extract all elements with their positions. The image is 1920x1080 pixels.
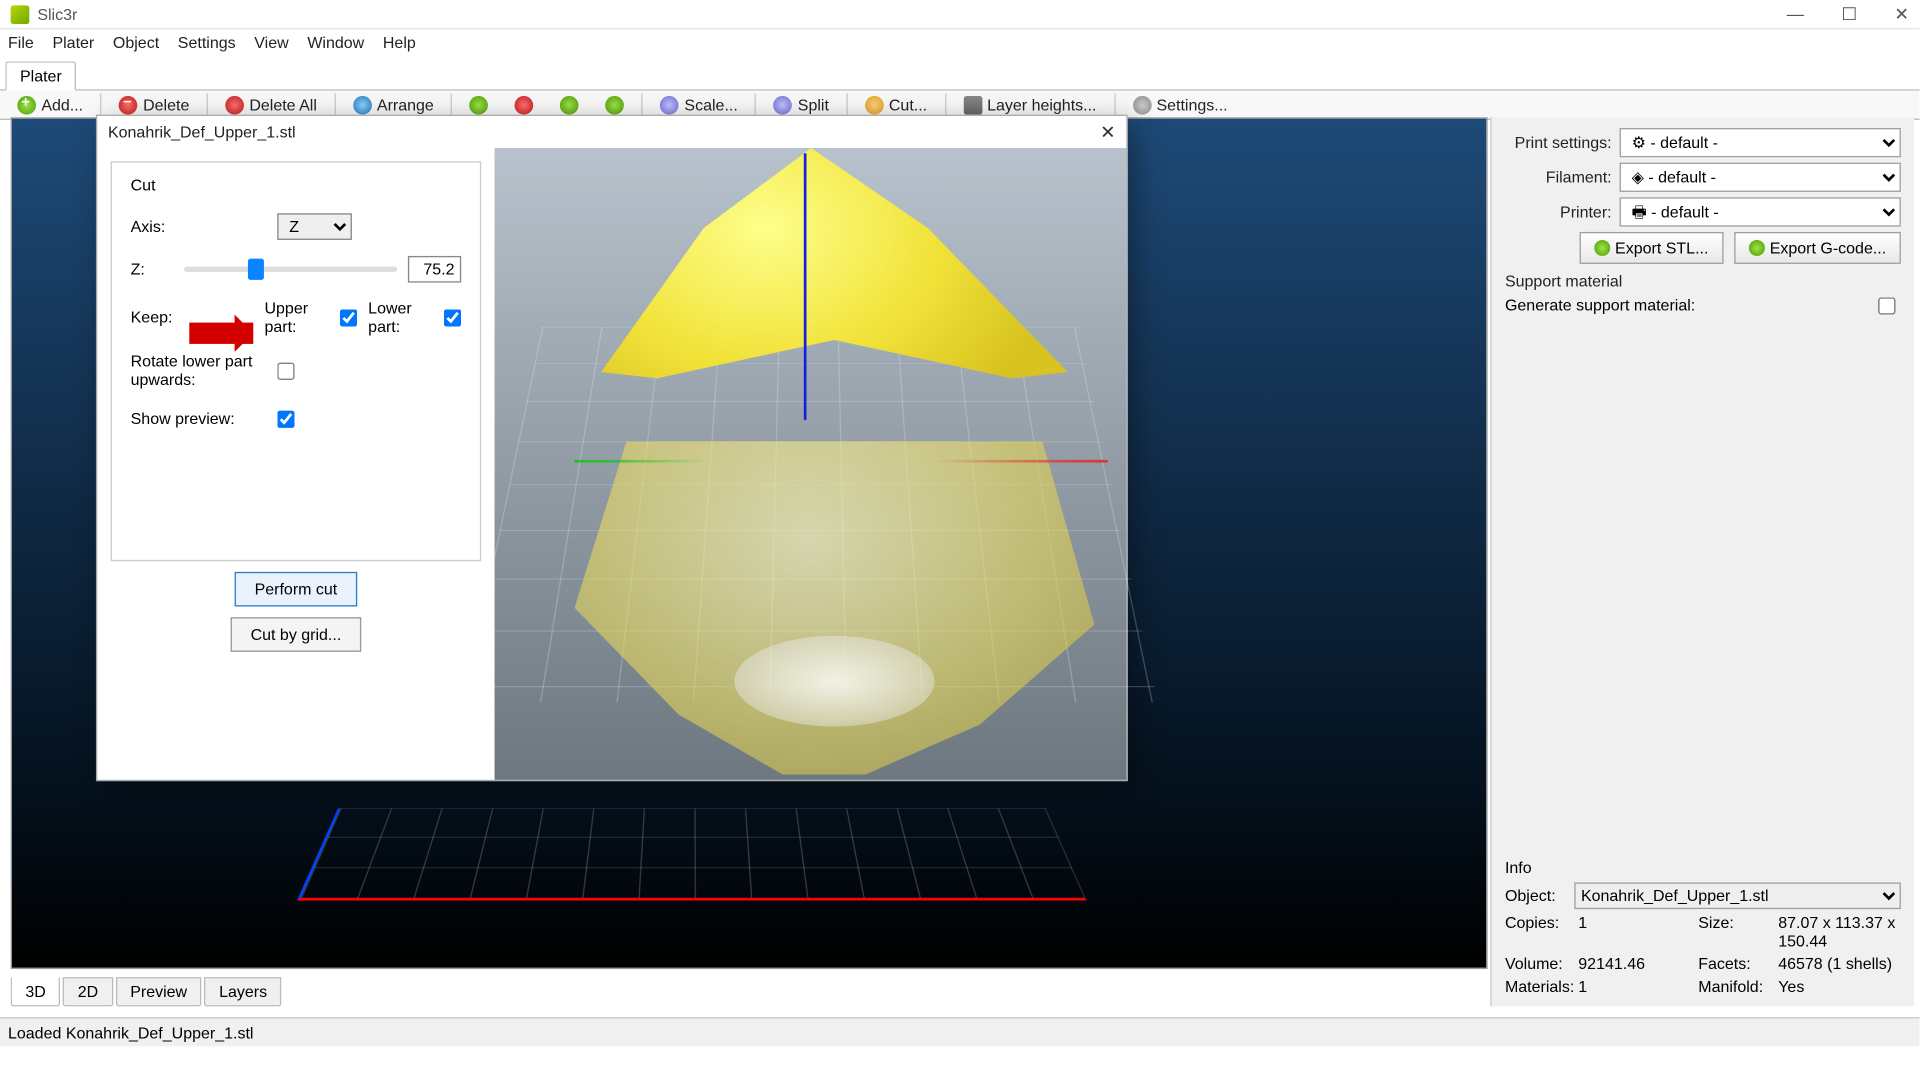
viewtab-layers[interactable]: Layers <box>204 977 281 1006</box>
menubar: File Plater Object Settings View Window … <box>0 29 1920 56</box>
manifold-label: Manifold: <box>1698 977 1778 996</box>
lower-part-label: Lower part: <box>368 299 441 336</box>
arrange-icon <box>353 95 372 114</box>
x-axis-indicator <box>934 460 1107 463</box>
menu-view[interactable]: View <box>254 33 288 52</box>
generate-support-checkbox[interactable] <box>1878 297 1895 314</box>
export-stl-icon <box>1594 240 1610 256</box>
annotation-arrow <box>189 323 253 344</box>
rotate-cw-icon <box>515 95 534 114</box>
layer-icon <box>963 95 982 114</box>
model-cavity <box>734 636 934 727</box>
size-label: Size: <box>1698 913 1778 950</box>
volume-label: Volume: <box>1505 954 1578 973</box>
upper-part-label: Upper part: <box>264 299 337 336</box>
cut-icon <box>865 95 884 114</box>
window-close-button[interactable]: ✕ <box>1894 3 1909 24</box>
main-tabstrip: Plater <box>0 61 1920 90</box>
menu-file[interactable]: File <box>8 33 34 52</box>
add-button[interactable]: Add... <box>5 91 95 118</box>
app-title: Slic3r <box>37 5 77 24</box>
volume-value: 92141.46 <box>1578 954 1698 973</box>
rotate-y-icon <box>606 95 625 114</box>
materials-value: 1 <box>1578 977 1698 996</box>
menu-help[interactable]: Help <box>383 33 416 52</box>
facets-label: Facets: <box>1698 954 1778 973</box>
menu-object[interactable]: Object <box>113 33 159 52</box>
z-slider[interactable] <box>184 267 397 272</box>
size-value: 87.07 x 113.37 x 150.44 <box>1778 913 1901 950</box>
window-minimize-button[interactable]: — <box>1787 3 1804 24</box>
z-input[interactable] <box>408 256 461 283</box>
cut-preview-viewport[interactable] <box>495 148 1127 780</box>
printer-label: Printer: <box>1505 203 1612 222</box>
support-material-heading: Support material <box>1505 272 1901 291</box>
tab-plater[interactable]: Plater <box>5 61 76 90</box>
menu-window[interactable]: Window <box>307 33 364 52</box>
right-panel: Print settings: ⚙ - default - Filament: … <box>1490 117 1914 1006</box>
export-gcode-icon <box>1748 240 1764 256</box>
facets-value: 46578 (1 shells) <box>1778 954 1901 973</box>
viewtab-2d[interactable]: 2D <box>63 977 113 1006</box>
cut-by-grid-button[interactable]: Cut by grid... <box>231 617 362 652</box>
copies-value: 1 <box>1578 913 1698 950</box>
delete-icon <box>119 95 138 114</box>
print-settings-label: Print settings: <box>1505 133 1612 152</box>
z-slider-thumb[interactable] <box>248 259 264 280</box>
split-icon <box>774 95 793 114</box>
z-axis-indicator <box>804 153 807 420</box>
show-preview-label: Show preview: <box>131 409 278 428</box>
materials-label: Materials: <box>1505 977 1578 996</box>
perform-cut-button[interactable]: Perform cut <box>235 572 358 607</box>
manifold-value: Yes <box>1778 977 1901 996</box>
scale-icon <box>660 95 679 114</box>
axis-label: Axis: <box>131 217 278 236</box>
settings-icon <box>1132 95 1151 114</box>
window-maximize-button[interactable]: ☐ <box>1841 3 1857 24</box>
z-label: Z: <box>131 260 184 279</box>
menu-plater[interactable]: Plater <box>52 33 94 52</box>
print-settings-select[interactable]: ⚙ - default - <box>1620 128 1901 157</box>
dialog-close-button[interactable]: ✕ <box>1100 121 1116 144</box>
settings-button[interactable]: Settings... <box>1120 91 1239 118</box>
rotate-lower-checkbox[interactable] <box>277 362 294 379</box>
copies-label: Copies: <box>1505 913 1578 950</box>
delete-all-icon <box>225 95 244 114</box>
print-bed <box>297 808 1087 900</box>
status-bar: Loaded Konahrik_Def_Upper_1.stl <box>0 1017 1920 1046</box>
lower-part-checkbox[interactable] <box>444 309 461 326</box>
rotate-ccw-icon <box>470 95 489 114</box>
status-text: Loaded Konahrik_Def_Upper_1.stl <box>8 1023 253 1042</box>
filament-select[interactable]: ◈ - default - <box>1620 163 1901 192</box>
show-preview-checkbox[interactable] <box>277 410 294 427</box>
cut-section-title: Cut <box>131 176 462 195</box>
y-axis-indicator <box>575 460 708 463</box>
export-stl-button[interactable]: Export STL... <box>1579 232 1723 264</box>
info-heading: Info <box>1505 858 1901 877</box>
view-tabs: 3D 2D Preview Layers <box>11 977 285 1006</box>
printer-select[interactable]: 🖶 - default - <box>1620 197 1901 226</box>
menu-settings[interactable]: Settings <box>178 33 236 52</box>
rotate-x-icon <box>560 95 579 114</box>
export-gcode-button[interactable]: Export G-code... <box>1734 232 1901 264</box>
viewtab-preview[interactable]: Preview <box>116 977 202 1006</box>
cut-dialog: Konahrik_Def_Upper_1.stl ✕ Cut Axis: Z Z… <box>96 115 1128 781</box>
generate-support-label: Generate support material: <box>1505 296 1695 315</box>
add-icon <box>17 95 36 114</box>
upper-part-checkbox[interactable] <box>340 309 357 326</box>
dialog-title: Konahrik_Def_Upper_1.stl <box>108 123 296 142</box>
titlebar: Slic3r — ☐ ✕ <box>0 0 1920 29</box>
object-select[interactable]: Konahrik_Def_Upper_1.stl <box>1574 882 1901 909</box>
viewtab-3d[interactable]: 3D <box>11 977 61 1006</box>
object-label: Object: <box>1505 886 1574 905</box>
app-icon <box>11 5 30 24</box>
filament-label: Filament: <box>1505 168 1612 187</box>
rotate-lower-label: Rotate lower part upwards: <box>131 352 278 389</box>
axis-select[interactable]: Z <box>277 213 352 240</box>
